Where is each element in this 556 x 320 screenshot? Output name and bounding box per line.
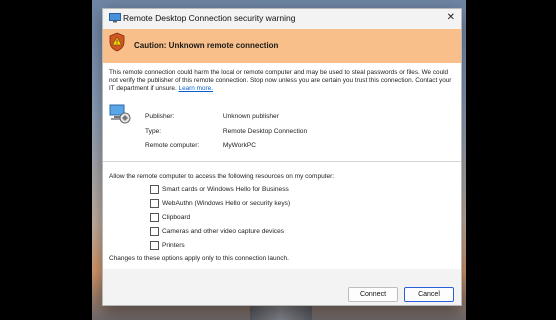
checkbox[interactable] — [150, 199, 159, 208]
publisher-value: Unknown publisher — [222, 113, 279, 120]
warning-description: This remote connection could harm the lo… — [109, 69, 453, 93]
checkbox[interactable] — [150, 227, 159, 236]
main-panel: This remote connection could harm the lo… — [103, 63, 461, 269]
remote-computer-row: Remote computer: MyWorkPC — [145, 142, 256, 149]
remote-computer-icon — [109, 104, 131, 124]
checkbox-label: Clipboard — [162, 214, 191, 221]
checkbox[interactable] — [150, 185, 159, 194]
changes-note: Changes to these options apply only to t… — [109, 255, 289, 262]
checkbox-label: WebAuthn (Windows Hello or security keys… — [162, 200, 291, 207]
type-value: Remote Desktop Connection — [222, 128, 308, 135]
checkbox-webauthn[interactable]: WebAuthn (Windows Hello or security keys… — [150, 199, 290, 208]
checkbox-cameras[interactable]: Cameras and other video capture devices — [150, 227, 284, 236]
remote-computer-value: MyWorkPC — [222, 142, 257, 149]
caution-text: Caution: Unknown remote connection — [134, 41, 279, 50]
warning-shield-icon — [109, 32, 125, 52]
type-row: Type: Remote Desktop Connection — [145, 128, 307, 135]
publisher-row: Publisher: Unknown publisher — [145, 113, 279, 120]
learn-more-link[interactable]: Learn more. — [179, 85, 213, 92]
window-title: Remote Desktop Connection security warni… — [123, 13, 296, 23]
remote-computer-key: Remote computer: — [145, 142, 200, 149]
checkbox-label: Printers — [162, 242, 185, 249]
checkbox-label: Cameras and other video capture devices — [162, 228, 285, 235]
caution-banner: Caution: Unknown remote connection — [103, 29, 461, 63]
checkbox-printers[interactable]: Printers — [150, 241, 185, 250]
connect-button[interactable]: Connect — [348, 287, 398, 302]
section-divider — [103, 161, 461, 162]
resources-label: Allow the remote computer to access the … — [109, 173, 335, 180]
checkbox-smart-cards[interactable]: Smart cards or Windows Hello for Busines… — [150, 185, 289, 194]
title-bar[interactable]: Remote Desktop Connection security warni… — [103, 9, 461, 29]
security-warning-dialog: Remote Desktop Connection security warni… — [102, 8, 462, 306]
checkbox-label: Smart cards or Windows Hello for Busines… — [162, 186, 289, 193]
cancel-button[interactable]: Cancel — [404, 287, 454, 302]
type-key: Type: — [145, 128, 162, 135]
publisher-key: Publisher: — [145, 113, 175, 120]
checkbox-clipboard[interactable]: Clipboard — [150, 213, 190, 222]
remote-desktop-app-icon — [109, 13, 121, 23]
checkbox[interactable] — [150, 241, 159, 250]
checkbox[interactable] — [150, 213, 159, 222]
button-bar: Connect Cancel — [103, 269, 461, 305]
description-text: This remote connection could harm the lo… — [109, 69, 452, 92]
close-icon[interactable]: ✕ — [447, 12, 455, 23]
